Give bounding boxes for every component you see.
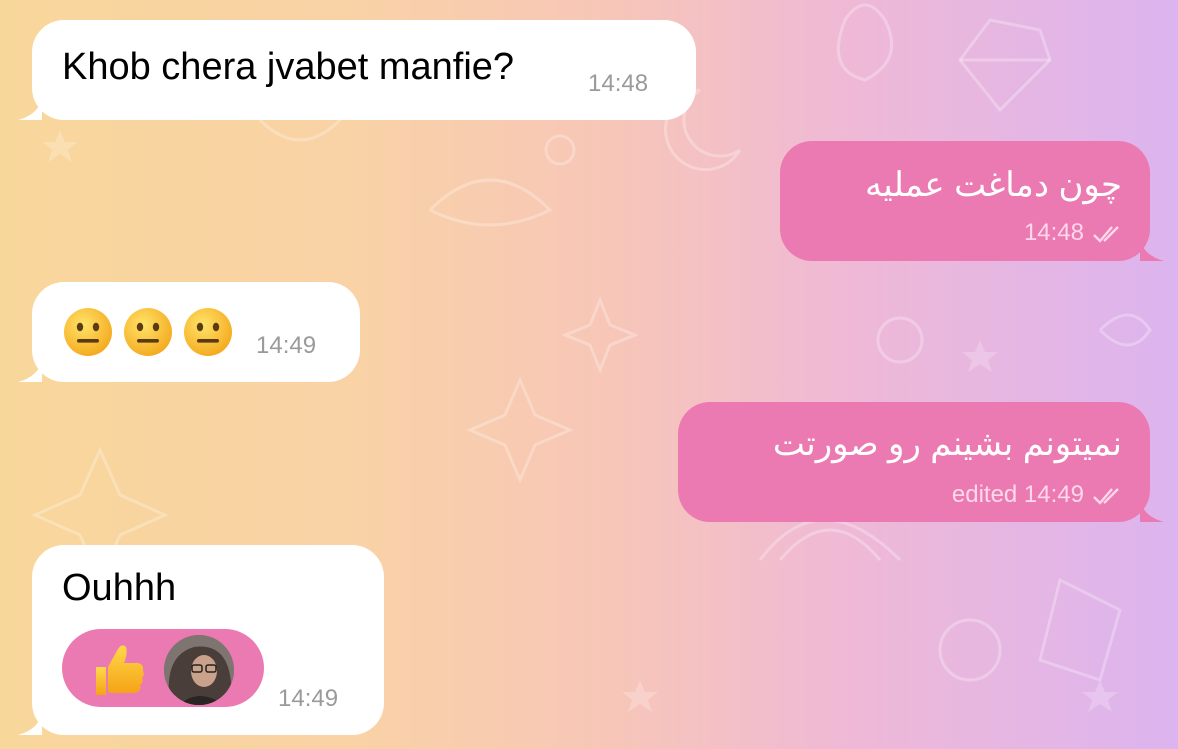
message-text: Ouhhh xyxy=(62,567,177,609)
user-avatar-icon xyxy=(164,635,234,705)
bubble-tail xyxy=(1140,498,1164,522)
message-time: 14:48 xyxy=(588,70,649,97)
message-bubble-incoming[interactable]: 14:49 xyxy=(18,282,360,382)
thumbs-up-emoji xyxy=(96,645,144,695)
bubble-tail xyxy=(18,358,42,382)
neutral-face-emoji xyxy=(184,308,232,356)
message-bubble-incoming[interactable]: Ouhhh 14:49 xyxy=(18,545,384,735)
bubble-tail xyxy=(1140,237,1164,261)
neutral-face-emoji xyxy=(64,308,112,356)
message-time: 14:48 xyxy=(1023,219,1084,246)
bubble-tail xyxy=(18,711,42,735)
message-text: نمیتونم بشینم رو صورتت xyxy=(772,425,1122,463)
message-text: Khob chera jvabet manfie? xyxy=(62,46,515,88)
message-time: 14:49 xyxy=(278,685,339,712)
reaction-user-avatar xyxy=(164,635,234,705)
bubble-tail xyxy=(18,96,42,120)
message-bubble-outgoing[interactable]: چون دماغت عملیه 14:48 xyxy=(780,141,1164,261)
neutral-face-emoji xyxy=(124,308,172,356)
message-time: edited 14:49 xyxy=(951,481,1084,508)
message-bubble-outgoing[interactable]: نمیتونم بشینم رو صورتت edited 14:49 xyxy=(678,402,1164,522)
message-time: 14:49 xyxy=(256,332,317,359)
message-text: چون دماغت عملیه xyxy=(864,166,1122,204)
message-bubble-incoming[interactable]: Khob chera jvabet manfie? 14:48 xyxy=(18,20,696,120)
double-check-icon xyxy=(1093,488,1119,505)
double-check-icon xyxy=(1093,226,1119,243)
reaction-chip[interactable] xyxy=(62,629,264,707)
